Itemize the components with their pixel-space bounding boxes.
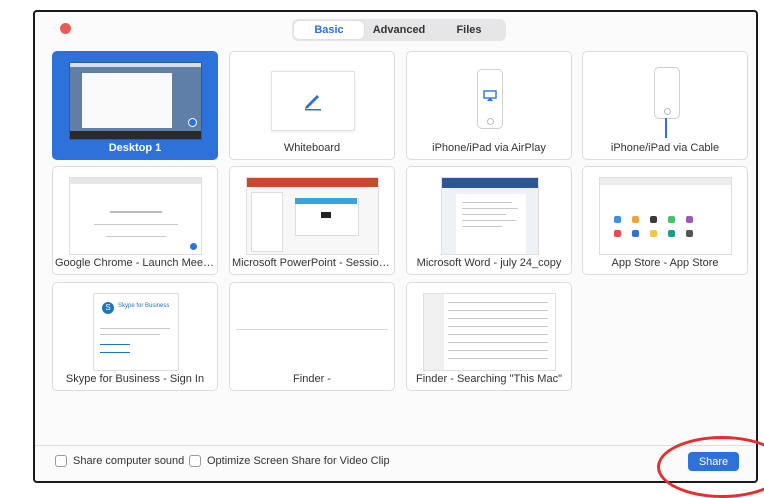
cable-icon [665,118,667,138]
chrome-thumbnail [69,177,202,255]
skype-logo-icon: S [102,302,114,314]
share-badge-icon [190,243,197,250]
share-badge-icon [188,118,197,127]
share-tile-skype[interactable]: S Skype for Business Skype for Business … [52,282,218,391]
powerpoint-thumbnail [246,177,379,255]
tile-label: Google Chrome - Launch Meeting... [55,257,217,269]
share-type-tabs: Basic Advanced Files [292,19,506,41]
finder-search-thumbnail [423,293,556,371]
tab-files[interactable]: Files [434,21,504,39]
tile-label: Microsoft Word - july 24_copy [416,257,562,269]
share-tile-app-store[interactable]: App Store - App Store [582,166,748,275]
tab-basic[interactable]: Basic [294,21,364,39]
airplay-icon [483,90,497,101]
pen-icon [305,95,321,111]
close-window-button[interactable] [60,23,71,34]
share-sound-label: Share computer sound [73,455,185,467]
tile-label: Finder - [293,373,331,385]
whiteboard-thumbnail [271,71,355,131]
share-tile-finder[interactable]: Finder - [229,282,395,391]
share-tile-word[interactable]: Microsoft Word - july 24_copy [406,166,572,275]
optimize-video-checkbox[interactable] [189,455,201,467]
share-tile-powerpoint[interactable]: Microsoft PowerPoint - Session 3_... [229,166,395,275]
optimize-video-label: Optimize Screen Share for Video Clip [207,455,390,467]
tile-label: Skype for Business - Sign In [65,373,205,385]
share-tile-airplay[interactable]: iPhone/iPad via AirPlay [406,51,572,160]
skype-title: Skype for Business [118,303,170,309]
share-tile-cable[interactable]: iPhone/iPad via Cable [582,51,748,160]
tile-label: Finder - Searching "This Mac" [416,373,562,385]
share-sound-checkbox[interactable] [55,455,67,467]
tile-label: App Store - App Store [611,257,719,269]
iphone-thumbnail [654,67,680,119]
tile-label: Microsoft PowerPoint - Session 3_... [232,257,394,269]
share-tile-whiteboard[interactable]: Whiteboard [229,51,395,160]
tile-label: iPhone/iPad via AirPlay [432,142,546,154]
finder-thumbnail [236,329,388,330]
skype-thumbnail: S Skype for Business [93,293,179,371]
desktop-thumbnail [69,62,202,140]
tile-label: iPhone/iPad via Cable [610,142,720,154]
word-thumbnail [441,177,539,255]
app-store-thumbnail [599,177,732,255]
share-button[interactable]: Share [688,452,739,471]
share-tile-finder-search[interactable]: Finder - Searching "This Mac" [406,282,572,391]
tab-advanced[interactable]: Advanced [364,21,434,39]
tile-label: Desktop 1 [108,142,162,154]
share-tile-desktop-1[interactable]: Desktop 1 [52,51,218,160]
tile-label: Whiteboard [283,142,341,154]
footer-divider [35,445,756,446]
iphone-thumbnail [477,69,503,129]
share-tile-chrome[interactable]: Google Chrome - Launch Meeting... [52,166,218,275]
